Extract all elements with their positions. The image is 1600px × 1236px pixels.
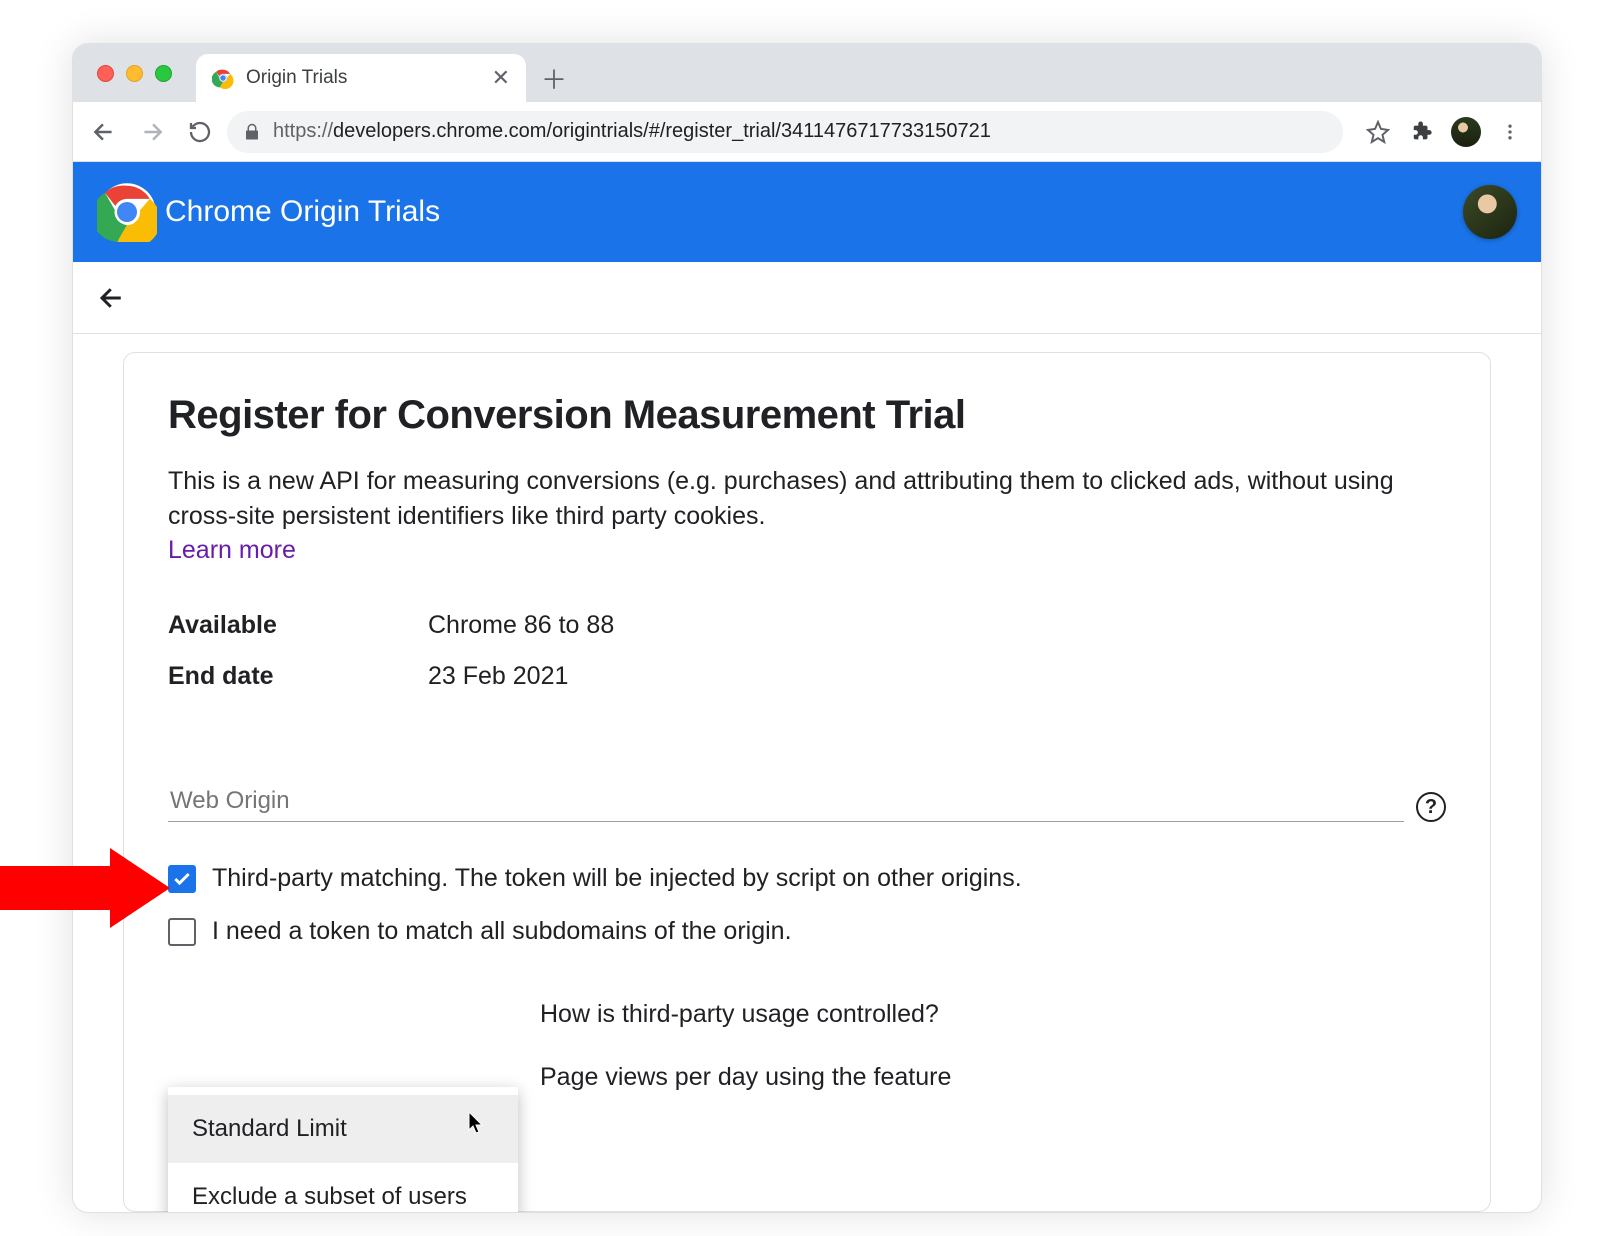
web-origin-input[interactable] (168, 781, 1404, 822)
new-tab-button[interactable]: ＋ (534, 58, 574, 98)
browser-window: Origin Trials ✕ ＋ https://developers.chr… (72, 43, 1542, 1213)
third-party-label: Third-party matching. The token will be … (212, 864, 1022, 893)
back-button[interactable] (83, 111, 125, 153)
help-icon[interactable]: ? (1416, 792, 1446, 822)
callout-arrow-icon (0, 848, 170, 928)
learn-more-link[interactable]: Learn more (168, 536, 296, 565)
subdomains-checkbox[interactable] (168, 918, 196, 946)
tab-strip: Origin Trials ✕ ＋ (73, 44, 1541, 102)
close-window-button[interactable] (97, 65, 114, 82)
chrome-menu-button[interactable] (1489, 111, 1531, 153)
available-value: Chrome 86 to 88 (428, 611, 614, 640)
usage-question: How is third-party usage controlled? (540, 1000, 939, 1029)
reload-button[interactable] (179, 111, 221, 153)
end-date-value: 23 Feb 2021 (428, 662, 568, 691)
app-header: Chrome Origin Trials (73, 162, 1541, 262)
registration-card: Register for Conversion Measurement Tria… (123, 352, 1491, 1212)
url-text: https://developers.chrome.com/origintria… (273, 120, 991, 143)
menu-item-exclude-users[interactable]: Exclude a subset of users (168, 1163, 518, 1213)
browser-toolbar: https://developers.chrome.com/origintria… (73, 102, 1541, 162)
page-description: This is a new API for measuring conversi… (168, 464, 1446, 534)
chrome-logo-icon (97, 182, 157, 242)
page-back-button[interactable] (97, 283, 127, 313)
browser-tab[interactable]: Origin Trials ✕ (196, 54, 526, 102)
tab-title: Origin Trials (246, 67, 480, 89)
menu-item-standard-limit[interactable]: Standard Limit (168, 1095, 518, 1163)
usage-limit-dropdown: Standard Limit Exclude a subset of users (168, 1087, 518, 1213)
user-avatar[interactable] (1463, 185, 1517, 239)
avatar-icon (1451, 117, 1481, 147)
chrome-favicon-icon (212, 67, 234, 89)
page-title: Register for Conversion Measurement Tria… (168, 393, 1446, 438)
maximize-window-button[interactable] (155, 65, 172, 82)
pageviews-label: Page views per day using the feature (540, 1063, 951, 1092)
third-party-checkbox[interactable] (168, 865, 196, 893)
app-title: Chrome Origin Trials (165, 195, 440, 229)
available-label: Available (168, 611, 428, 640)
page-back-row (73, 262, 1541, 334)
address-bar[interactable]: https://developers.chrome.com/origintria… (227, 111, 1343, 153)
window-controls (87, 44, 196, 102)
minimize-window-button[interactable] (126, 65, 143, 82)
forward-button[interactable] (131, 111, 173, 153)
cursor-icon (468, 1111, 486, 1135)
subdomains-label: I need a token to match all subdomains o… (212, 917, 792, 946)
profile-button[interactable] (1445, 111, 1487, 153)
close-tab-button[interactable]: ✕ (492, 65, 510, 91)
content-area: Register for Conversion Measurement Tria… (73, 334, 1541, 1212)
lock-icon (243, 123, 261, 141)
bookmark-button[interactable] (1357, 111, 1399, 153)
extensions-button[interactable] (1401, 111, 1443, 153)
end-date-label: End date (168, 662, 428, 691)
